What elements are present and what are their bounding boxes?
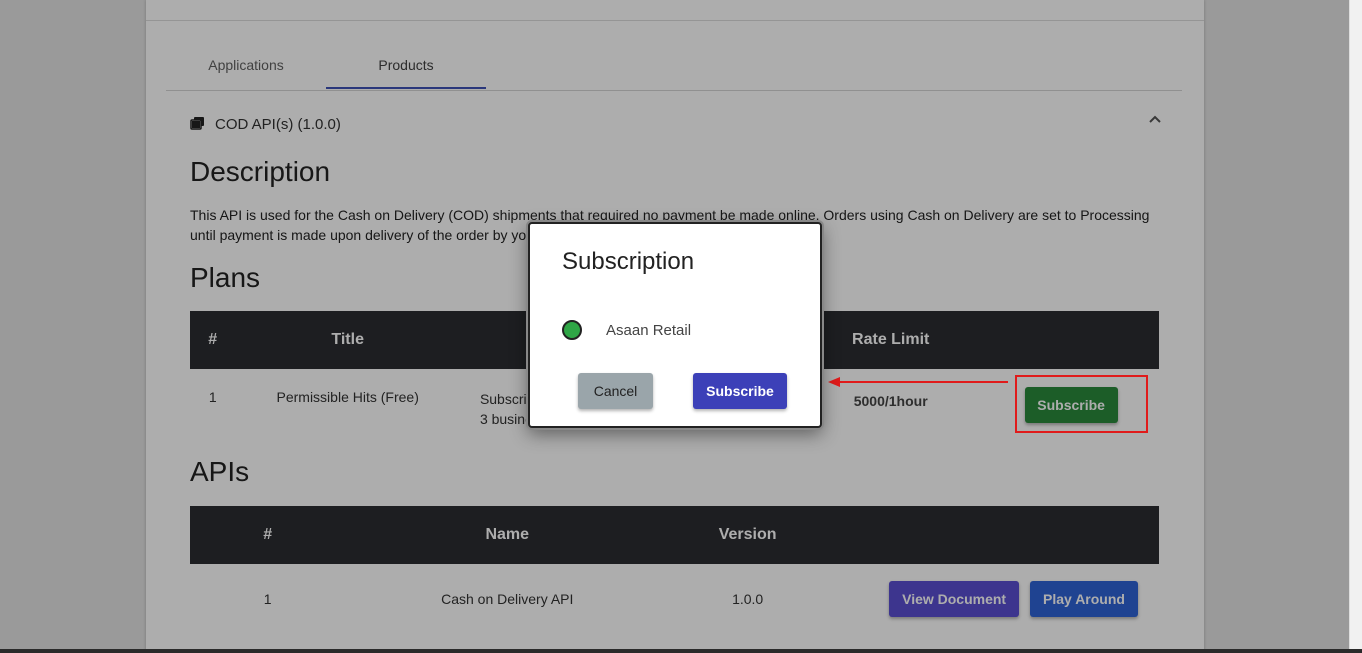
annotation-arrow [828,377,1008,387]
application-option-label: Asaan Retail [606,321,692,339]
application-option[interactable]: Asaan Retail [562,320,691,340]
radio-selected-icon[interactable] [562,320,582,340]
dialog-subscribe-button[interactable]: Subscribe [693,373,787,409]
scrollbar[interactable] [1349,0,1362,649]
bottom-bar [0,649,1362,653]
subscription-dialog: Subscription Asaan Retail Cancel Subscri… [528,222,822,428]
dialog-title: Subscription [562,248,695,275]
cancel-button[interactable]: Cancel [578,373,653,409]
